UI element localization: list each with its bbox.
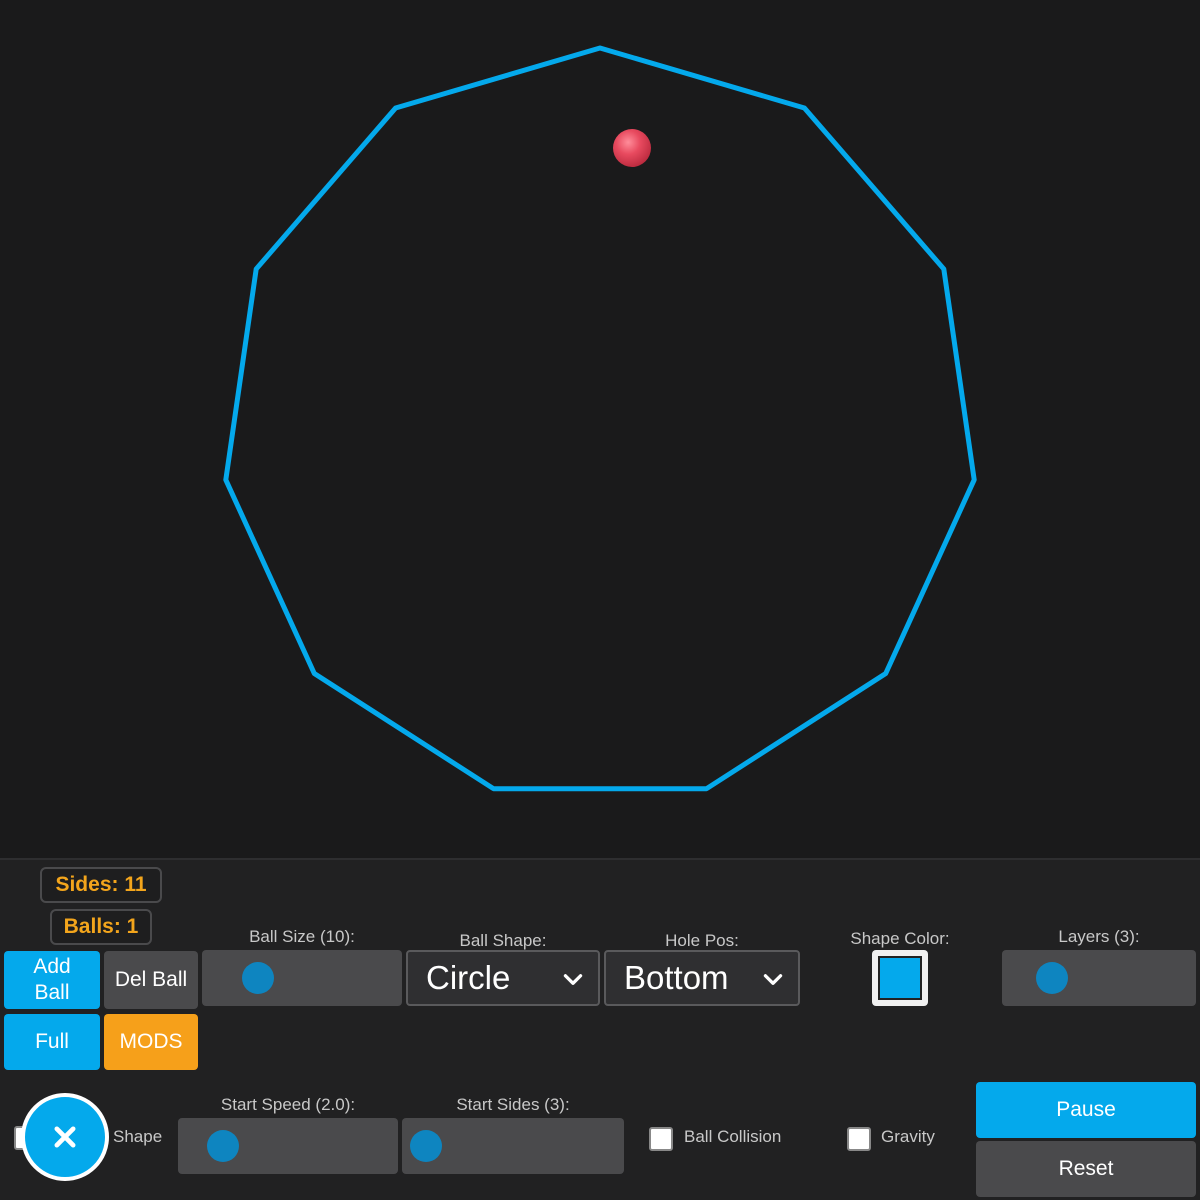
- hole-pos-select[interactable]: Bottom: [604, 950, 800, 1006]
- chevron-down-icon: [763, 974, 783, 985]
- add-ball-label: Add Ball: [33, 955, 71, 1004]
- start-sides-label: Start Sides (3):: [456, 1095, 570, 1114]
- hole-pos-value: Bottom: [624, 959, 729, 996]
- ball-collision-label: Ball Collision: [684, 1127, 782, 1146]
- reset-label: Reset: [1058, 1157, 1114, 1180]
- ball-size-slider[interactable]: [202, 950, 402, 1006]
- close-icon: [54, 1126, 76, 1148]
- del-ball-label: Del Ball: [114, 968, 188, 991]
- layers-label: Layers (3):: [1058, 927, 1140, 946]
- mods-button[interactable]: MODS: [104, 1014, 198, 1070]
- reset-button[interactable]: Reset: [976, 1141, 1196, 1197]
- start-speed-slider[interactable]: [178, 1118, 398, 1174]
- gravity-checkbox[interactable]: [847, 1127, 871, 1151]
- balls-count-badge: Balls: 1: [50, 909, 152, 945]
- del-ball-button[interactable]: Del Ball: [104, 951, 198, 1009]
- sides-count-text: Sides: 11: [55, 873, 147, 896]
- add-ball-button[interactable]: Add Ball: [4, 951, 100, 1009]
- ball-size-thumb[interactable]: [241, 962, 274, 994]
- start-speed-label: Start Speed (2.0):: [220, 1095, 356, 1114]
- shape-color-swatch: [878, 956, 922, 1000]
- shape-color-label: Shape Color:: [850, 929, 950, 948]
- full-button[interactable]: Full: [4, 1014, 100, 1070]
- game-svg: [223, 45, 977, 792]
- sides-count-badge: Sides: 11: [40, 867, 162, 903]
- balls-count-text: Balls: 1: [63, 915, 139, 938]
- chevron-down-icon: [563, 974, 583, 985]
- layers-slider[interactable]: [1002, 950, 1196, 1006]
- start-speed-thumb[interactable]: [206, 1130, 239, 1162]
- start-sides-slider[interactable]: [402, 1118, 624, 1174]
- hole-pos-label: Hole Pos:: [665, 931, 739, 950]
- ball: [613, 129, 651, 167]
- ball-shape-select[interactable]: Circle: [406, 950, 600, 1006]
- polygon-shape: [223, 45, 977, 792]
- pause-button[interactable]: Pause: [976, 1082, 1196, 1138]
- shape-color-picker[interactable]: [872, 950, 928, 1006]
- ball-shape-label: Ball Shape:: [459, 931, 547, 950]
- game-canvas[interactable]: [0, 0, 1200, 858]
- start-sides-thumb[interactable]: [410, 1130, 442, 1162]
- ball-collision-checkbox[interactable]: [649, 1127, 673, 1151]
- close-panel-button[interactable]: [21, 1093, 109, 1181]
- full-label: Full: [35, 1030, 69, 1053]
- mods-label: MODS: [119, 1030, 183, 1053]
- layers-thumb[interactable]: [1036, 962, 1069, 994]
- ball-shape-value: Circle: [426, 959, 511, 996]
- ball-size-label: Ball Size (10):: [249, 927, 355, 946]
- pause-label: Pause: [1056, 1098, 1116, 1121]
- gravity-label: Gravity: [881, 1127, 935, 1146]
